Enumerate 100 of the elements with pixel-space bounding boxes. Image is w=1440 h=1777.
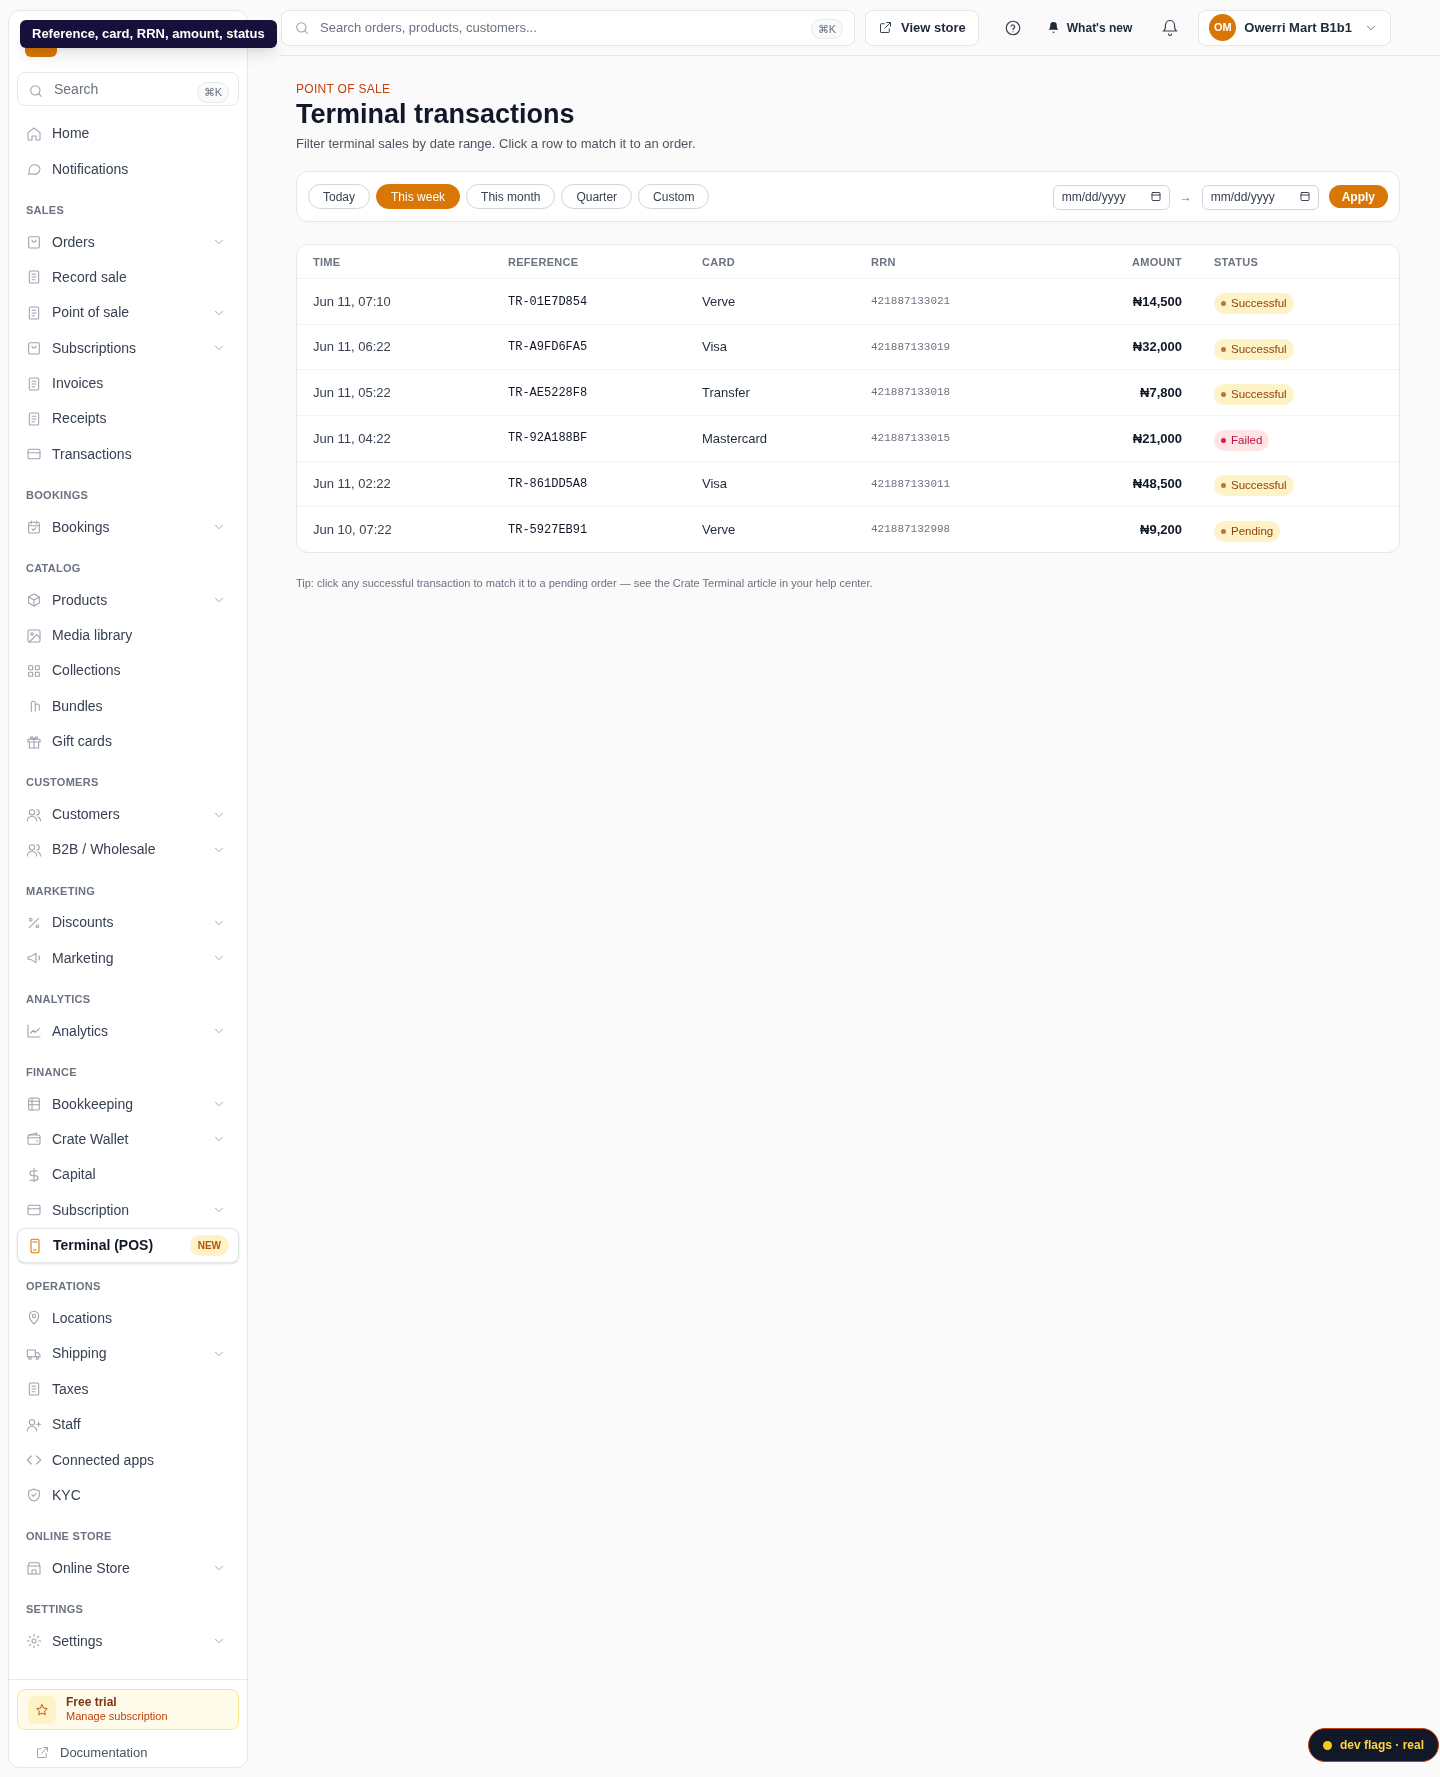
date-field[interactable]: mm/dd/yyyy — [1201, 184, 1319, 210]
new-badge: NEW — [189, 1235, 229, 1257]
nav-item[interactable]: Products — [17, 582, 239, 618]
box-icon — [26, 592, 42, 609]
nav-item[interactable]: Marketing — [17, 940, 239, 976]
column-header: STATUS — [1213, 254, 1260, 270]
manage-subscription-link[interactable]: Manage subscription — [66, 1710, 168, 1724]
card-cell-text: Transfer — [702, 384, 751, 402]
tooltip: Reference, card, RRN, amount, status — [20, 20, 277, 48]
users-icon — [26, 841, 42, 858]
reference-cell-text: TR-861DD5A8 — [508, 475, 589, 493]
nav-item[interactable]: Orders — [17, 224, 239, 260]
transaction-row[interactable]: Jun 11, 04:22 TR-92A188BF Mastercard 421887133015 ₦21,000 Failed — [297, 415, 1399, 461]
nav-item[interactable]: Notifications — [17, 151, 239, 187]
nav-item[interactable]: Bookings — [17, 509, 239, 545]
nav-item[interactable]: Discounts — [17, 905, 239, 941]
reference-cell-text: TR-AE5228F8 — [508, 384, 589, 402]
section-heading: ONLINE STORE — [26, 1529, 112, 1545]
range-chip[interactable]: Quarter — [561, 184, 633, 210]
range-chip[interactable]: Custom — [638, 184, 710, 210]
nav-item[interactable]: Record sale — [17, 259, 239, 296]
nav-item[interactable]: Crate Wallet — [17, 1121, 239, 1158]
account-name: Owerri Mart B1b1 — [1244, 18, 1353, 37]
nav-item[interactable]: B2B / Wholesale — [17, 832, 239, 868]
nav-item[interactable]: Invoices — [17, 365, 239, 402]
nav-item[interactable]: Subscriptions — [17, 330, 239, 366]
section-heading: SALES — [26, 202, 65, 218]
rrn-cell-text: 421887133011 — [871, 476, 952, 492]
card-cell-text: Mastercard — [702, 429, 769, 448]
nav-item[interactable]: Locations — [17, 1300, 239, 1337]
nav-item[interactable]: Analytics — [17, 1013, 239, 1049]
reference-cell-text: TR-92A188BF — [508, 430, 589, 448]
amount-cell-text: ₦14,500 — [1131, 292, 1182, 311]
section-heading: BOOKINGS — [26, 488, 89, 504]
status-badge: Failed — [1214, 429, 1270, 451]
nav-item[interactable]: Transactions — [17, 436, 239, 473]
nav-item[interactable]: Media library — [17, 617, 239, 654]
rrn-cell-text: 421887133015 — [871, 431, 952, 447]
nav-item[interactable]: Collections — [17, 653, 239, 689]
nav-item[interactable]: Capital — [17, 1157, 239, 1193]
nav-item[interactable]: Receipts — [17, 401, 239, 437]
account-menu-button[interactable]: OM Owerri Mart B1b1 — [1198, 9, 1391, 46]
card-cell-text: Visa — [702, 338, 729, 357]
nav-item[interactable]: Bundles — [17, 688, 239, 724]
status-badge: Successful — [1214, 384, 1294, 406]
help-icon — [1003, 18, 1022, 37]
dev-flags-pill[interactable]: dev flags · real — [1308, 1728, 1440, 1762]
nav-item[interactable]: Staff — [17, 1406, 239, 1443]
transaction-row[interactable]: Jun 11, 06:22 TR-A9FD6FA5 Visa 421887133019 ₦32,000 Successful — [297, 323, 1399, 370]
nav-item[interactable]: KYC — [17, 1477, 239, 1514]
status-badge: Successful — [1214, 293, 1294, 315]
whats-new-button[interactable]: What's new — [1040, 9, 1139, 46]
nav-item[interactable]: Subscription — [17, 1192, 239, 1228]
home-icon — [26, 125, 42, 142]
view-store-button[interactable]: View store — [865, 9, 979, 46]
range-chip[interactable]: This month — [466, 184, 556, 210]
nav-item[interactable]: Taxes — [17, 1371, 239, 1407]
time-cell-text: Jun 11, 06:22 — [313, 338, 392, 357]
bag-icon — [26, 234, 42, 250]
status-badge: Pending — [1214, 521, 1281, 542]
line-chart-icon — [26, 1023, 42, 1040]
nav-item[interactable]: Home — [17, 116, 239, 152]
reference-cell-text: TR-01E7D854 — [508, 293, 589, 311]
transaction-row[interactable]: Jun 11, 02:22 TR-861DD5A8 Visa 421887133011 ₦48,500 Successful — [297, 460, 1399, 507]
reference-cell-text: TR-A9FD6FA5 — [508, 339, 589, 357]
wallet-icon — [26, 1131, 42, 1148]
document-icon — [26, 1381, 42, 1398]
time-cell-text: Jun 11, 04:22 — [313, 429, 392, 448]
documentation-link[interactable]: Documentation — [17, 1738, 239, 1767]
section-heading: CATALOG — [26, 560, 81, 576]
column-header: AMOUNT — [1131, 254, 1182, 270]
nav-item[interactable]: Connected apps — [17, 1442, 239, 1478]
calendar-icon — [1298, 190, 1311, 203]
amount-cell-text: ₦7,800 — [1139, 384, 1182, 402]
section-heading: MARKETING — [26, 883, 96, 899]
calendar-icon — [1149, 190, 1162, 203]
nav-item[interactable]: Shipping — [17, 1336, 239, 1372]
search-icon — [28, 83, 44, 99]
range-chip[interactable]: Today — [308, 184, 371, 210]
nav-item[interactable]: Gift cards — [17, 724, 239, 760]
nav-item[interactable]: Terminal (POS) NEW — [17, 1227, 239, 1264]
gift-icon — [26, 733, 42, 750]
nav-item[interactable]: Settings — [17, 1623, 239, 1659]
chat-bubble-icon — [26, 161, 42, 178]
nav-item[interactable]: Online Store — [17, 1550, 239, 1587]
rrn-cell-text: 421887133019 — [871, 339, 952, 355]
time-cell-text: Jun 11, 07:10 — [313, 292, 392, 311]
dollar-icon — [26, 1166, 42, 1183]
transaction-row[interactable]: Jun 11, 05:22 TR-AE5228F8 Transfer 421887133018 ₦7,800 Successful — [297, 369, 1399, 416]
amount-cell-text: ₦32,000 — [1131, 338, 1182, 357]
transaction-row[interactable]: Jun 11, 07:10 TR-01E7D854 Verve 421887133021 ₦14,500 Successful — [297, 278, 1399, 324]
rrn-cell-text: 421887133018 — [871, 385, 952, 401]
nav-item[interactable]: Point of sale — [17, 295, 239, 331]
nav-item[interactable]: Customers — [17, 796, 239, 833]
transaction-row[interactable]: Jun 10, 07:22 TR-5927EB91 Verve 421887132998 ₦9,200 Pending — [297, 506, 1399, 552]
free-trial-card[interactable]: Free trial Manage subscription — [17, 1688, 239, 1731]
section-heading: FINANCE — [26, 1064, 77, 1080]
nav-item[interactable]: Bookkeeping — [17, 1086, 239, 1122]
date-field[interactable]: mm/dd/yyyy — [1052, 184, 1170, 210]
grid-icon — [26, 662, 42, 679]
